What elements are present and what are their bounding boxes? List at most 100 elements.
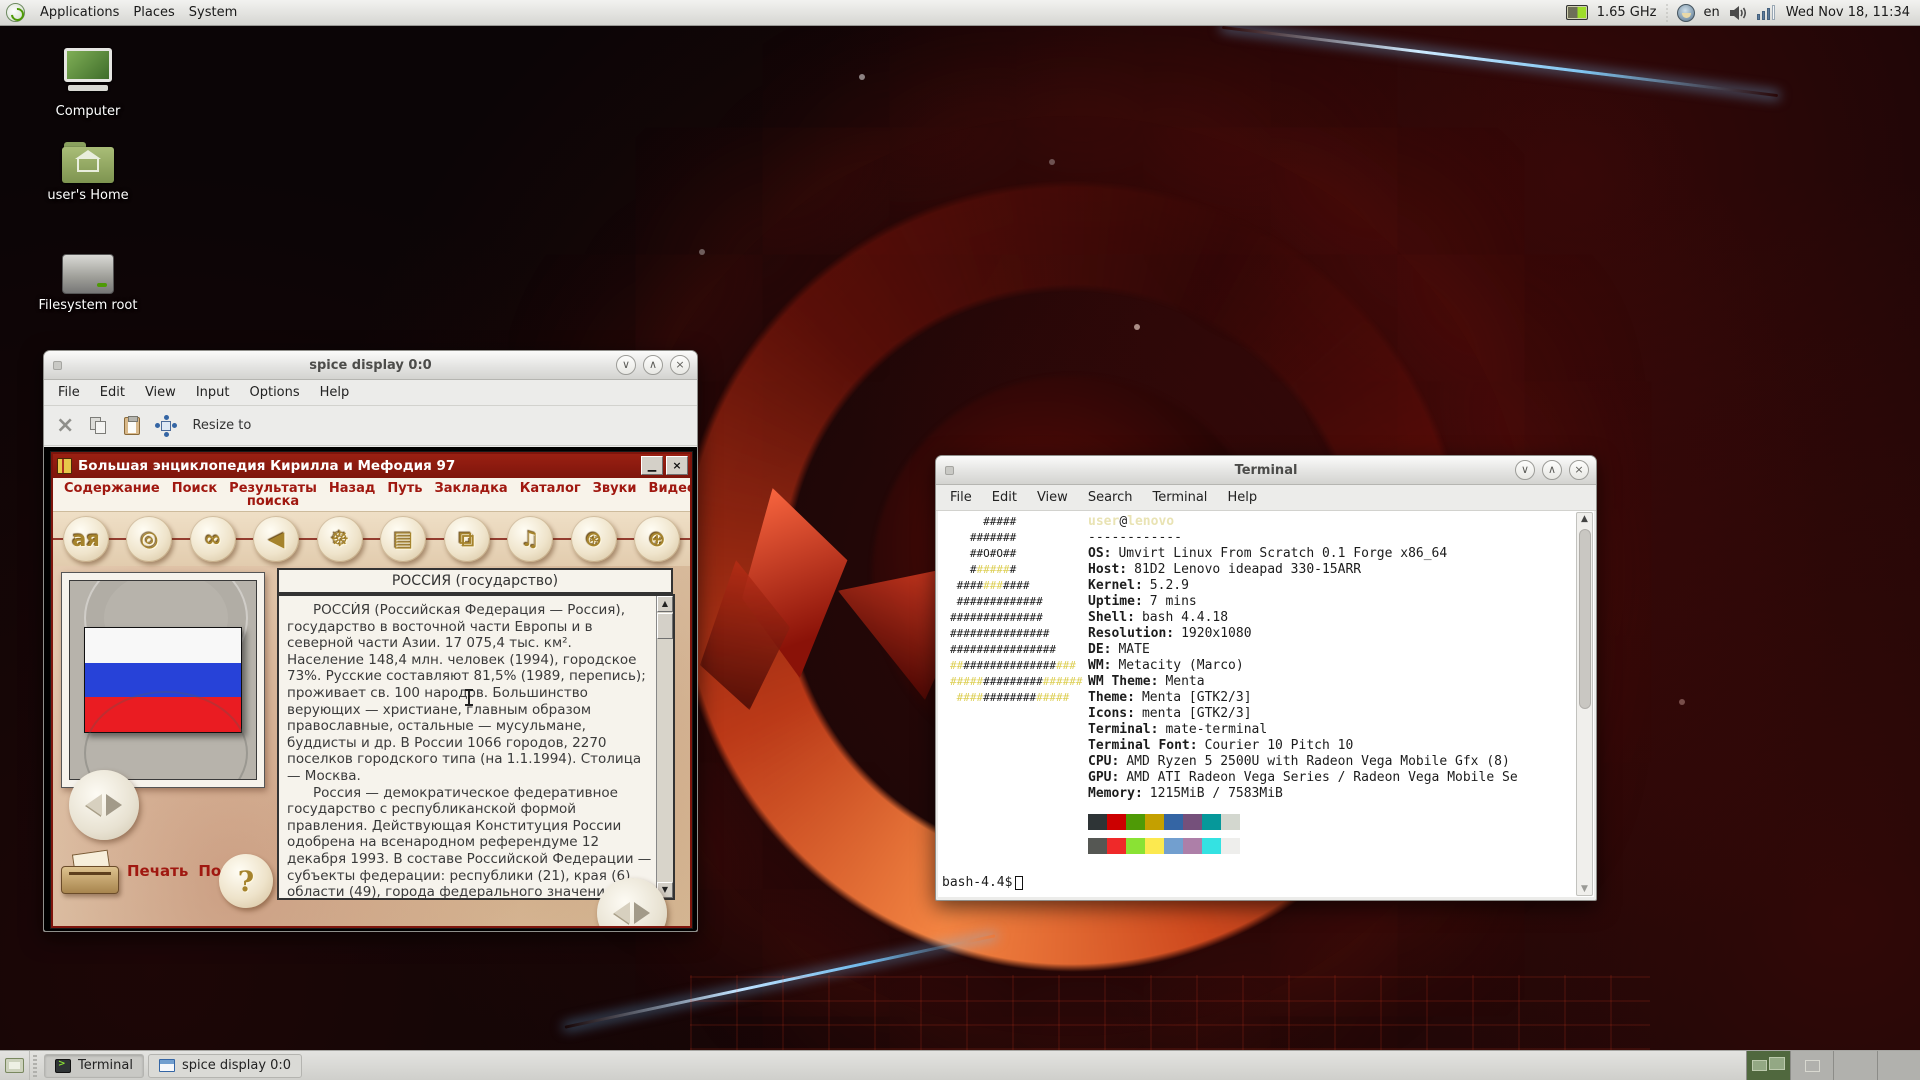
scroll-up-button[interactable]: ▲ [657,596,673,612]
desktop-icon-filesystem[interactable]: Filesystem root [33,248,143,313]
menu-item[interactable]: Help [312,382,358,403]
minimize-button[interactable]: ∨ [1515,460,1535,480]
minimize-button[interactable]: ∨ [616,355,636,375]
minimize-button[interactable]: ▁ [641,456,663,475]
back-icon[interactable]: ◀ [253,516,299,562]
prev-arrow-icon[interactable] [86,794,102,816]
maximize-button[interactable]: ∧ [1542,460,1562,480]
ency-menu-search[interactable]: Поиск [167,480,222,511]
search-results-icon[interactable]: ∞ [190,516,236,562]
next-arrow-icon[interactable] [106,794,122,816]
palette-swatch [1126,814,1145,830]
terminal-icon [55,1059,71,1073]
alphabet-icon[interactable]: ая [63,516,109,562]
print-icon[interactable] [59,850,123,910]
ency-menu-video[interactable]: Видео [644,480,692,511]
copy-icon[interactable] [90,417,108,435]
article-paragraph: Россия — демократическое федеративное го… [287,785,653,898]
show-desktop-button[interactable] [0,1051,30,1080]
ency-menu-bookmark[interactable]: Закладка [429,480,512,511]
spice-titlebar[interactable]: spice display 0:0 ∨ ∧ × [44,351,697,380]
media-nav-arrows[interactable] [69,770,139,840]
palette-swatch [1107,838,1126,854]
video-reel-icon[interactable]: ⊛ [571,516,617,562]
resize-to-label[interactable]: Resize to [192,418,251,433]
ency-menu-back[interactable]: Назад [324,480,380,511]
panel-menu-item[interactable]: Places [126,2,181,23]
shutdown-icon[interactable]: × [56,416,74,436]
ency-menu-catalog[interactable]: Каталог [515,480,586,511]
menu-item[interactable]: View [137,382,184,403]
taskbar-item-spice[interactable]: spice display 0:0 [148,1054,302,1078]
bookmark-book-icon[interactable]: ▤ [380,516,426,562]
neofetch-info-line: Terminal:mate-terminal [1088,722,1572,738]
catalog-icon[interactable]: ⧉ [444,516,490,562]
terminal-content[interactable]: ##### ####### ##O#O## ####### ##########… [938,511,1594,897]
resize-icon[interactable] [156,416,176,436]
cpu-frequency-icon[interactable] [1566,5,1588,20]
ascii-art-line: ############# [950,594,1088,610]
article-scrollbar[interactable]: ▲ ▼ [656,596,673,898]
network-signal-icon[interactable] [1757,5,1777,21]
menu-item[interactable]: View [1029,487,1076,508]
ency-menu-sounds[interactable]: Звуки [588,480,642,511]
encyclopedia-titlebar[interactable]: Большая энциклопедия Кирилла и Мефодия 9… [53,454,690,478]
close-button[interactable]: × [1569,460,1589,480]
terminal-scrollbar[interactable]: ▲ ▼ [1576,512,1593,896]
workspace-2[interactable] [1790,1051,1834,1080]
search-icon[interactable]: ◎ [126,516,172,562]
neofetch-info-line: CPU:AMD Ryzen 5 2500U with Radeon Vega M… [1088,754,1572,770]
neofetch-user-host: user@lenovo [1088,514,1572,530]
workspace-4[interactable] [1877,1051,1920,1080]
terminal-titlebar[interactable]: Terminal ∨ ∧ × [936,456,1596,485]
distro-menu-icon[interactable] [6,3,25,22]
scroll-up-button[interactable]: ▲ [1577,514,1592,524]
menu-item[interactable]: Edit [92,382,133,403]
next-arrow-icon[interactable] [634,902,650,924]
close-button[interactable]: × [670,355,690,375]
print-label[interactable]: Печать [127,862,188,880]
volume-icon[interactable] [1729,5,1748,21]
scroll-down-button[interactable]: ▼ [1577,884,1592,894]
notification-face-icon[interactable] [1677,4,1695,22]
menu-item[interactable]: Options [241,382,307,403]
taskbar-item-terminal[interactable]: Terminal [44,1054,144,1078]
russia-flag-image[interactable] [84,627,242,733]
close-button[interactable]: × [666,456,688,475]
article-box[interactable]: РОССИ́Я (Российская Федерация — Россия),… [277,594,675,900]
ency-menu-search-results[interactable]: Результатыпоиска [224,480,322,511]
workspace-1[interactable] [1746,1051,1790,1080]
paste-icon[interactable] [124,417,140,435]
help-icon[interactable]: ? [219,854,273,908]
prev-arrow-icon[interactable] [614,902,630,924]
ency-menu-contents[interactable]: Содержание [59,480,165,511]
desktop-icon-home[interactable]: user's Home [33,142,143,203]
sounds-icon[interactable]: ♫ [507,516,553,562]
desktop-icon-computer[interactable]: Computer [33,48,143,119]
neofetch-info-line: Resolution:1920x1080 [1088,626,1572,642]
panel-menu-item[interactable]: Applications [33,2,126,23]
encyclopedia-window: Большая энциклопедия Кирилла и Мефодия 9… [51,452,692,928]
menu-item[interactable]: Help [1219,487,1265,508]
prompt-text: bash-4.4$ [942,875,1012,891]
keyboard-layout-indicator[interactable]: en [1704,5,1720,20]
maps-globe-icon[interactable]: ⊕ [634,516,680,562]
menu-item[interactable]: Edit [984,487,1025,508]
path-compass-icon[interactable]: ☸ [317,516,363,562]
ency-menu-path[interactable]: Путь [382,480,427,511]
clock[interactable]: Wed Nov 18, 11:34 [1786,5,1910,20]
scrollbar-thumb[interactable] [657,613,673,639]
desktop-icon-label: Computer [33,104,143,119]
maximize-button[interactable]: ∧ [643,355,663,375]
shell-prompt[interactable]: bash-4.4$ [942,875,1023,891]
neofetch-info-line: DE:MATE [1088,642,1572,658]
workspace-3[interactable] [1833,1051,1877,1080]
palette-swatch [1183,814,1202,830]
menu-item[interactable]: Input [188,382,238,403]
menu-item[interactable]: Terminal [1144,487,1215,508]
scrollbar-thumb[interactable] [1579,529,1591,709]
menu-item[interactable]: File [942,487,980,508]
menu-item[interactable]: Search [1080,487,1141,508]
menu-item[interactable]: File [50,382,88,403]
panel-menu-item[interactable]: System [182,2,244,23]
